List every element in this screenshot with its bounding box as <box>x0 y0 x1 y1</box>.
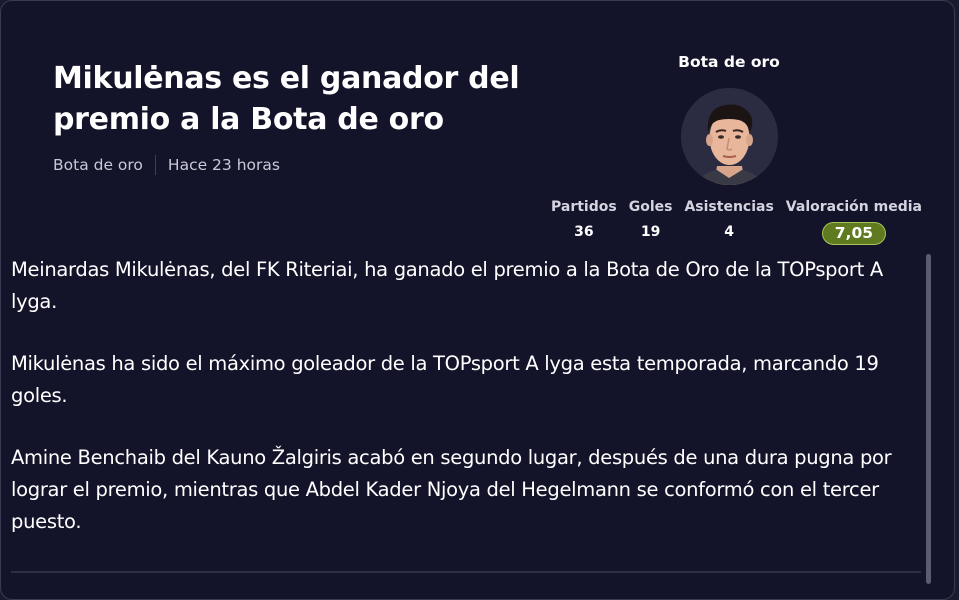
article-body: Meinardas Mikulėnas, del FK Riteriai, ha… <box>11 254 926 568</box>
article-timestamp: Hace 23 horas <box>167 156 280 174</box>
stat-goals-label: Goles <box>628 199 673 215</box>
meta-divider <box>154 155 156 175</box>
rating-badge: 7,05 <box>821 222 887 245</box>
article-paragraph: Amine Benchaib del Kauno Žalgiris acabó … <box>11 446 892 533</box>
news-article-panel: Mikulėnas es el ganador del premio a la … <box>0 0 955 600</box>
stat-matches: Partidos 36 <box>545 197 623 245</box>
stat-assists-value: 4 <box>724 224 734 240</box>
stat-assists: Asistencias 4 <box>678 197 779 245</box>
article-meta: Bota de oro Hace 23 horas <box>53 155 280 175</box>
stat-assists-label: Asistencias <box>684 199 774 215</box>
article-category: Bota de oro <box>53 156 143 174</box>
stat-matches-value: 36 <box>574 224 594 240</box>
article-headline: Mikulėnas es el ganador del premio a la … <box>53 61 520 137</box>
player-stats: Partidos 36 Goles 19 Asistencias 4 Valor… <box>545 197 928 245</box>
player-avatar[interactable] <box>681 88 778 185</box>
article-paragraph: Mikulėnas ha sido el máximo goleador de … <box>11 352 879 407</box>
stat-goals: Goles 19 <box>623 197 679 245</box>
player-portrait-icon <box>681 88 778 185</box>
section-divider <box>11 571 921 573</box>
stat-rating: Valoración media 7,05 <box>780 197 928 245</box>
article-paragraph: Meinardas Mikulėnas, del FK Riteriai, ha… <box>11 258 883 313</box>
stat-matches-label: Partidos <box>551 199 617 215</box>
stat-rating-label: Valoración media <box>785 199 922 215</box>
scrollbar-thumb[interactable] <box>926 254 931 584</box>
award-title: Bota de oro <box>678 53 780 71</box>
stat-goals-value: 19 <box>640 224 661 240</box>
